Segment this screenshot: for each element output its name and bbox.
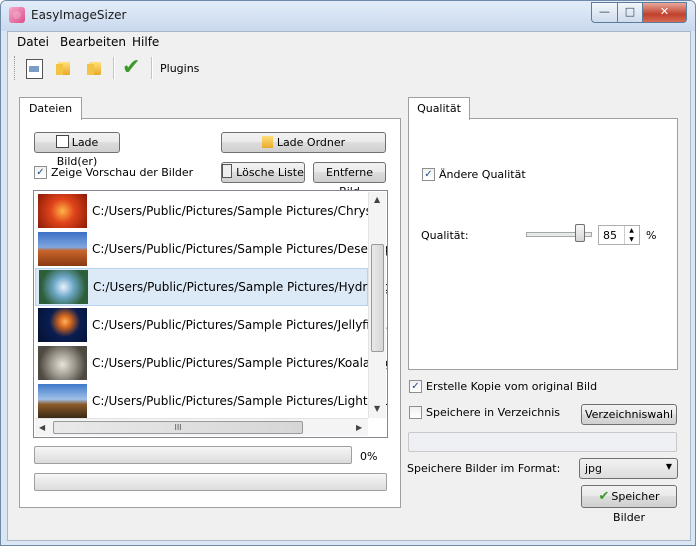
client-area: Datei Bearbeiten Hilfe ✔ Plugins Dateien… [7,31,691,541]
minimize-button[interactable]: — [591,2,618,23]
vertical-scroll-thumb[interactable] [371,244,384,352]
load-folder-button[interactable]: Lade Ordner [221,132,386,153]
jellyfish-icon [38,308,87,342]
list-item[interactable]: C:/Users/Public/Pictures/Sample Pictures… [35,230,387,268]
toolbar-separator [151,57,153,79]
spin-up-icon[interactable]: ▲ [624,226,638,235]
save-toolbar-button[interactable]: ✔ [119,57,143,79]
close-button[interactable]: ✕ [642,2,687,23]
menu-bar: Datei Bearbeiten Hilfe [8,32,690,51]
scroll-up-icon[interactable]: ▲ [374,195,380,204]
folder-icon [56,62,70,75]
progress-percent-label: 0% [360,450,378,463]
tab-dateien[interactable]: Dateien [19,97,82,120]
change-quality-checkbox[interactable]: ✓ [422,168,435,181]
checkmark-icon: ✔ [598,489,610,504]
copy-original-checkbox[interactable]: ✓ [409,380,422,393]
file-path: C:/Users/Public/Pictures/Sample Pictures… [92,242,388,256]
list-item[interactable]: C:/Users/Public/Pictures/Sample Pictures… [35,192,387,230]
scroll-left-icon[interactable]: ◀ [39,423,45,432]
desert-icon [38,232,87,266]
image-file-icon [55,135,69,148]
load-folder-label: Lade Ordner [276,136,346,149]
file-path: C:/Users/Public/Pictures/Sample Pictures… [92,394,388,408]
list-item[interactable]: C:/Users/Public/Pictures/Sample Pictures… [35,382,387,420]
checkmark-icon: ✔ [122,55,141,80]
chevron-down-icon: ▼ [665,462,672,471]
clear-list-button[interactable]: Lösche Liste [221,162,305,183]
file-path: C:/Users/Public/Pictures/Sample Pictures… [92,204,388,218]
horizontal-scrollbar[interactable]: ◀ III ▶ [35,418,368,436]
scroll-down-icon[interactable]: ▼ [374,404,380,413]
menu-hilfe[interactable]: Hilfe [132,35,159,49]
trash-icon [222,164,233,178]
plugins-menu[interactable]: Plugins [160,62,199,75]
quality-label: Qualität: [421,229,469,242]
file-path: C:/Users/Public/Pictures/Sample Pictures… [92,356,388,370]
folder-icon [87,62,101,75]
quality-slider-thumb[interactable] [575,224,586,242]
maximize-button[interactable]: □ [617,2,643,23]
toolbar-separator [113,57,115,79]
change-quality-label: Ändere Qualität [439,168,526,181]
folder-icon [261,136,273,148]
quality-value: 85 [603,229,617,242]
horizontal-scroll-thumb[interactable]: III [53,421,303,434]
quality-unit: % [646,229,657,242]
window-title: EasyImageSizer [31,8,127,22]
directory-path-field [408,432,677,452]
toolbar: ✔ Plugins [8,52,690,85]
open-folder-toolbar-button[interactable] [53,57,77,79]
copy-original-label: Erstelle Kopie vom original Bild [426,380,598,393]
image-file-icon [26,59,43,79]
save-images-button[interactable]: ✔ Speicher Bilder [581,485,677,524]
secondary-progress-bar [34,473,387,491]
save-directory-label: Speichere in Verzeichnis [426,406,560,419]
spin-down-icon[interactable]: ▼ [624,235,638,244]
app-window: EasyImageSizer — □ ✕ Datei Bearbeiten Hi… [0,0,696,546]
menu-datei[interactable]: Datei [17,35,49,49]
menu-bearbeiten[interactable]: Bearbeiten [60,35,126,49]
scroll-right-icon[interactable]: ▶ [356,423,362,432]
hydrangea-icon [39,270,88,304]
format-label: Speichere Bilder im Format: [407,462,561,475]
title-bar[interactable]: EasyImageSizer — □ ✕ [1,1,695,31]
file-path: C:/Users/Public/Pictures/Sample Pictures… [92,318,388,332]
load-images-toolbar-button[interactable] [22,57,46,79]
clear-list-label: Lösche Liste [236,166,304,179]
save-images-label: Speicher Bilder [611,490,660,524]
format-value: jpg [585,462,603,475]
load-images-button[interactable]: Lade Bild(er) [34,132,120,168]
save-directory-checkbox[interactable] [409,406,422,419]
preview-checkbox[interactable]: ✓ [34,166,47,179]
vertical-scrollbar[interactable]: ▲ ▼ [368,192,386,418]
list-item[interactable]: C:/Users/Public/Pictures/Sample Pictures… [35,306,387,344]
quality-spinbox[interactable]: 85 ▲ ▼ [598,225,640,245]
remove-image-button[interactable]: Entferne Bild [313,162,386,198]
toolbar-grip[interactable] [14,56,18,80]
koala-icon [38,346,87,380]
flower-icon [38,194,87,228]
list-item[interactable]: C:/Users/Public/Pictures/Sample Pictures… [35,344,387,382]
main-progress-bar [34,446,352,464]
file-path: C:/Users/Public/Pictures/Sample Pictures… [93,280,388,294]
lighthouse-icon [38,384,87,418]
list-item-selected[interactable]: C:/Users/Public/Pictures/Sample Pictures… [35,268,387,306]
open-folder-2-toolbar-button[interactable] [84,57,108,79]
preview-checkbox-label: Zeige Vorschau der Bilder [51,166,194,179]
directory-choice-button[interactable]: Verzeichniswahl [581,404,677,425]
tab-qualitaet[interactable]: Qualität [408,97,470,120]
file-list[interactable]: C:/Users/Public/Pictures/Sample Pictures… [33,190,388,438]
app-icon [9,7,25,23]
format-dropdown[interactable]: jpg ▼ [579,458,678,479]
